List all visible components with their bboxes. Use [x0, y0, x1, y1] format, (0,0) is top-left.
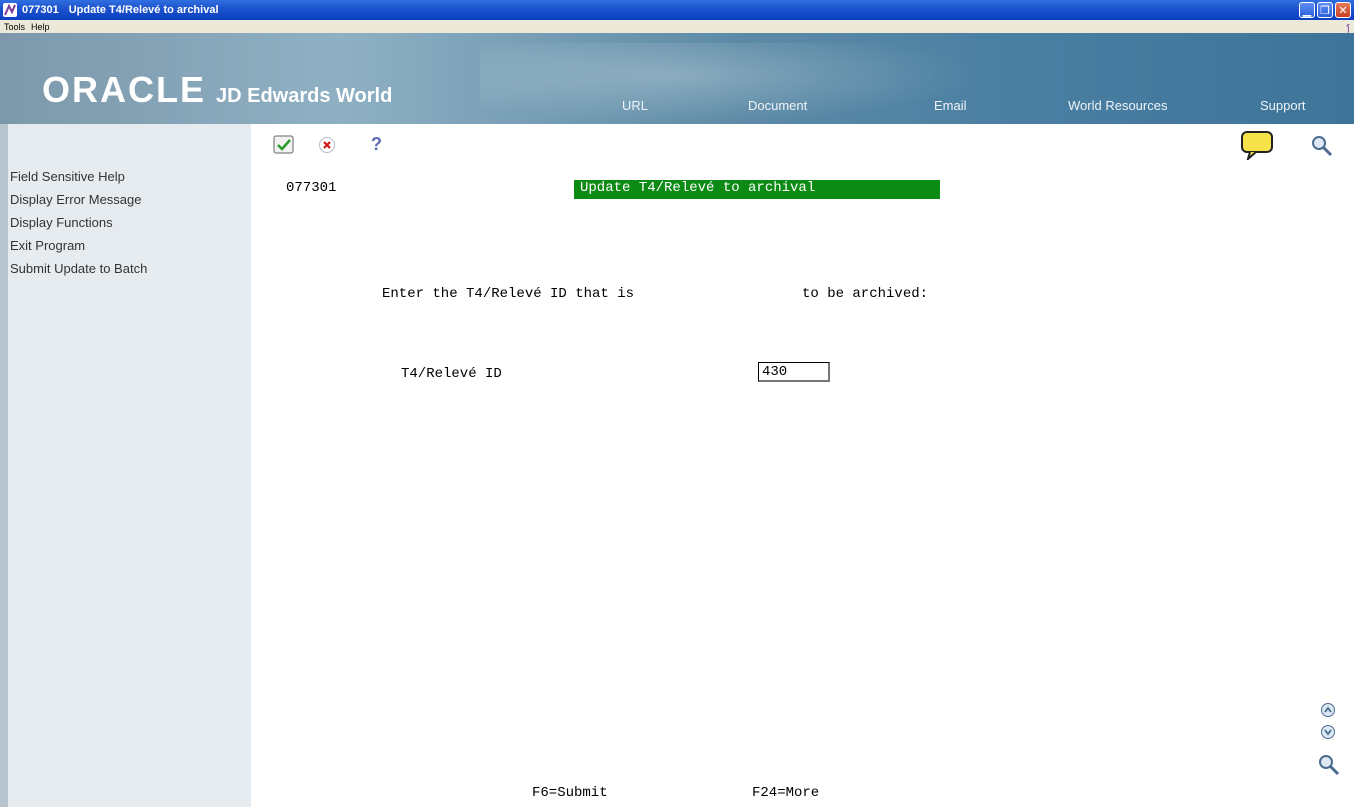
sidebar-item-exit-program[interactable]: Exit Program: [10, 238, 85, 253]
menu-bar: Tools Help Ⳕ: [0, 20, 1354, 34]
window-title: Update T4/Relevé to archival: [68, 4, 219, 16]
close-button[interactable]: ✕: [1335, 2, 1351, 18]
window-title-bar: 077301 Update T4/Relevé to archival ▁ ❐ …: [0, 0, 1354, 20]
sidebar-item-display-error-message[interactable]: Display Error Message: [10, 192, 142, 207]
message-icon[interactable]: [1240, 130, 1276, 165]
nav-email[interactable]: Email: [934, 98, 967, 113]
zoom-search-icon[interactable]: [1318, 754, 1340, 781]
minimize-button[interactable]: ▁: [1299, 2, 1315, 18]
nav-support[interactable]: Support: [1260, 98, 1306, 113]
jde-logo-icon: Ⳕ: [1346, 23, 1350, 34]
scroll-up-icon[interactable]: [1320, 702, 1336, 723]
cancel-icon[interactable]: [318, 136, 336, 159]
menu-help[interactable]: Help: [31, 22, 50, 32]
sidebar: Field Sensitive Help Display Error Messa…: [0, 124, 251, 807]
instruction-text-suffix: to be archived:: [802, 286, 929, 302]
menu-tools[interactable]: Tools: [4, 22, 25, 32]
brand-name: ORACLE: [42, 69, 206, 110]
product-name: JD Edwards World: [216, 85, 393, 107]
nav-url[interactable]: URL: [622, 98, 648, 113]
help-icon[interactable]: ?: [371, 134, 382, 155]
window-program-id: 077301: [22, 4, 59, 16]
search-icon[interactable]: [1311, 135, 1333, 162]
sidebar-item-submit-update-to-batch[interactable]: Submit Update to Batch: [10, 261, 147, 276]
app-icon: [3, 3, 17, 17]
t4-releve-id-input[interactable]: [758, 362, 830, 382]
nav-document[interactable]: Document: [748, 98, 807, 113]
function-key-f6[interactable]: F6=Submit: [532, 785, 608, 801]
sidebar-item-display-functions[interactable]: Display Functions: [10, 215, 113, 230]
form-title: Update T4/Relevé to archival: [574, 180, 940, 199]
maximize-button[interactable]: ❐: [1317, 2, 1333, 18]
oracle-logo: ORACLE JD Edwards World: [42, 69, 392, 111]
function-key-f24[interactable]: F24=More: [752, 785, 819, 801]
nav-world-resources[interactable]: World Resources: [1068, 98, 1167, 113]
program-id: 077301: [286, 180, 337, 196]
check-icon[interactable]: [273, 135, 295, 160]
scroll-down-icon[interactable]: [1320, 724, 1336, 745]
t4-releve-id-label: T4/Relevé ID: [401, 366, 502, 382]
instruction-text: Enter the T4/Relevé ID that is: [382, 286, 635, 302]
sidebar-item-field-sensitive-help[interactable]: Field Sensitive Help: [10, 169, 125, 184]
